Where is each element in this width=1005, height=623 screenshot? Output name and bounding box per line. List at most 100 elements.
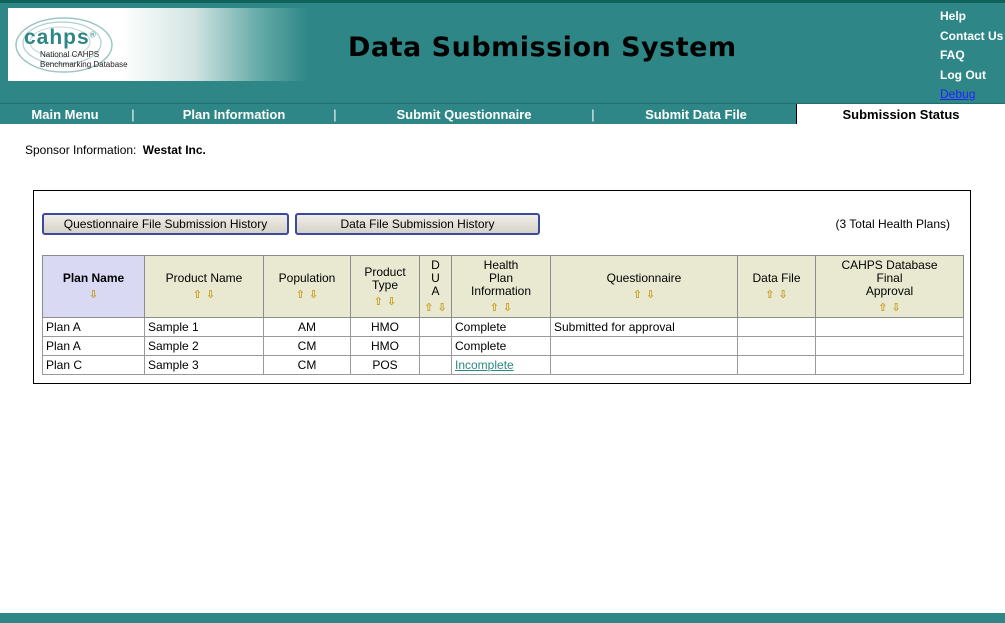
cahps-logo: cahps® National CAHPS Benchmarking Datab…: [8, 8, 308, 81]
sort-controls: ⇧⇩: [147, 288, 261, 301]
cell-dua: [420, 337, 452, 356]
column-header-questionnaire: Questionnaire⇧⇩: [551, 256, 738, 318]
column-header-population: Population⇧⇩: [264, 256, 351, 318]
data-file-history-button[interactable]: Data File Submission History: [295, 213, 540, 235]
sort-descending-icon[interactable]: ⇩: [646, 288, 655, 301]
column-header-plan-name: Plan Name ⇩: [43, 256, 145, 318]
logo-subtitle-line2: Benchmarking Database: [40, 60, 128, 70]
main-nav: Main Menu | Plan Information | Submit Qu…: [0, 103, 1005, 124]
cell-data-file: [738, 356, 816, 375]
debug-link[interactable]: Debug: [940, 85, 1003, 105]
cell-data-file: [738, 337, 816, 356]
header-links: Help Contact Us FAQ Log Out Debug: [940, 7, 1003, 105]
sort-descending-icon[interactable]: ⇩: [503, 301, 512, 314]
sort-controls: ⇧⇩: [740, 288, 813, 301]
registered-mark: ®: [90, 31, 96, 40]
sort-controls: ⇧⇩: [553, 288, 735, 301]
sort-ascending-icon[interactable]: ⇧: [878, 301, 887, 314]
sort-controls: ⇧⇩: [266, 288, 348, 301]
cell-plan-name: Plan A: [43, 318, 145, 337]
logo-subtitle-line1: National CAHPS: [40, 50, 128, 60]
bottom-bar: [0, 613, 1005, 623]
table-row: Plan ASample 2CMHMO Complete: [43, 337, 964, 356]
cell-health-plan-information: Complete: [452, 318, 551, 337]
total-health-plans-label: (3 Total Health Plans): [835, 217, 950, 231]
cell-population: AM: [264, 318, 351, 337]
column-header-product-name: Product Name⇧⇩: [145, 256, 264, 318]
cell-dua: [420, 318, 452, 337]
cell-health-plan-information: Incomplete: [452, 356, 551, 375]
sort-controls: ⇧⇩: [353, 295, 417, 308]
sort-descending-icon[interactable]: ⇩: [89, 288, 98, 301]
column-header-product-type: Product Type⇧⇩: [351, 256, 420, 318]
column-label-cahps-database-final-approval: CAHPS Database Final Approval: [818, 259, 961, 298]
column-label-questionnaire: Questionnaire: [553, 272, 735, 285]
nav-plan-information[interactable]: Plan Information: [136, 104, 332, 124]
sort-ascending-icon[interactable]: ⇧: [765, 288, 774, 301]
sort-controls: ⇧⇩: [818, 301, 961, 314]
cell-product-type: POS: [351, 356, 420, 375]
sort-descending-icon[interactable]: ⇩: [309, 288, 318, 301]
column-label-plan-name: Plan Name: [45, 272, 142, 285]
sort-ascending-icon[interactable]: ⇧: [633, 288, 642, 301]
sponsor-value: Westat Inc.: [143, 143, 206, 157]
questionnaire-file-history-button[interactable]: Questionnaire File Submission History: [42, 213, 289, 235]
sort-descending-icon[interactable]: ⇩: [387, 295, 396, 308]
column-header-health-plan-information: Health Plan Information ⇧ ⇩: [452, 256, 551, 318]
cell-plan-name: Plan C: [43, 356, 145, 375]
cell-population: CM: [264, 356, 351, 375]
sort-ascending-icon[interactable]: ⇧: [490, 301, 499, 314]
sponsor-info: Sponsor Information: Westat Inc.: [25, 143, 1005, 157]
tab-submission-status[interactable]: Submission Status: [796, 104, 1005, 124]
column-header-dua: D U A⇧⇩: [420, 256, 452, 318]
cell-plan-name: Plan A: [43, 337, 145, 356]
help-link[interactable]: Help: [940, 7, 1003, 27]
column-label-product-type: Product Type: [353, 266, 417, 292]
column-header-cahps-database-final-approval: CAHPS Database Final Approval⇧⇩: [816, 256, 964, 318]
column-label-health-plan-information: Health Plan Information: [454, 259, 548, 298]
content: Sponsor Information: Westat Inc. Questio…: [0, 143, 1005, 384]
incomplete-status-link[interactable]: Incomplete: [455, 358, 514, 372]
faq-link[interactable]: FAQ: [940, 46, 1003, 66]
page: cahps® National CAHPS Benchmarking Datab…: [0, 0, 1005, 623]
cell-product-name: Sample 3: [145, 356, 264, 375]
header: cahps® National CAHPS Benchmarking Datab…: [0, 3, 1005, 103]
sort-descending-icon[interactable]: ⇩: [438, 301, 447, 314]
sort-ascending-icon[interactable]: ⇧: [193, 288, 202, 301]
sort-controls: ⇧⇩: [422, 301, 449, 314]
column-label-product-name: Product Name: [147, 272, 261, 285]
log-out-link[interactable]: Log Out: [940, 66, 1003, 86]
table-header-row: Plan Name⇩Product Name⇧⇩Population⇧⇩Prod…: [43, 256, 964, 318]
nav-submit-data-file[interactable]: Submit Data File: [596, 104, 796, 124]
sort-ascending-icon[interactable]: ⇧: [424, 301, 433, 314]
column-label-dua: D U A: [422, 259, 449, 298]
submission-status-table: Plan Name⇩Product Name⇧⇩Population⇧⇩Prod…: [42, 255, 964, 375]
column-label-data-file: Data File: [740, 272, 813, 285]
contact-us-link[interactable]: Contact Us: [940, 27, 1003, 47]
nav-submit-questionnaire[interactable]: Submit Questionnaire: [338, 104, 590, 124]
cahps-brand: cahps: [24, 26, 90, 49]
cell-product-name: Sample 1: [145, 318, 264, 337]
sort-ascending-icon[interactable]: ⇧: [296, 288, 305, 301]
cell-cahps-database-final-approval: [816, 337, 964, 356]
cell-data-file: [738, 318, 816, 337]
cell-population: CM: [264, 337, 351, 356]
cell-health-plan-information: Complete: [452, 337, 551, 356]
sort-ascending-icon[interactable]: ⇧: [374, 295, 383, 308]
sort-descending-icon[interactable]: ⇩: [206, 288, 215, 301]
sort-descending-icon[interactable]: ⇩: [892, 301, 901, 314]
cell-questionnaire: [551, 356, 738, 375]
cell-product-type: HMO: [351, 318, 420, 337]
cahps-logo-text: cahps® National CAHPS Benchmarking Datab…: [24, 26, 128, 70]
cell-product-type: HMO: [351, 337, 420, 356]
nav-main-menu[interactable]: Main Menu: [0, 104, 130, 124]
submission-status-panel: Questionnaire File Submission History Da…: [33, 190, 971, 384]
column-label-population: Population: [266, 272, 348, 285]
table-row: Plan CSample 3CMPOS Incomplete: [43, 356, 964, 375]
sort-descending-icon[interactable]: ⇩: [779, 288, 788, 301]
cell-questionnaire: [551, 337, 738, 356]
cell-cahps-database-final-approval: [816, 356, 964, 375]
sponsor-label: Sponsor Information:: [25, 143, 136, 157]
cell-dua: [420, 356, 452, 375]
cell-questionnaire: Submitted for approval: [551, 318, 738, 337]
